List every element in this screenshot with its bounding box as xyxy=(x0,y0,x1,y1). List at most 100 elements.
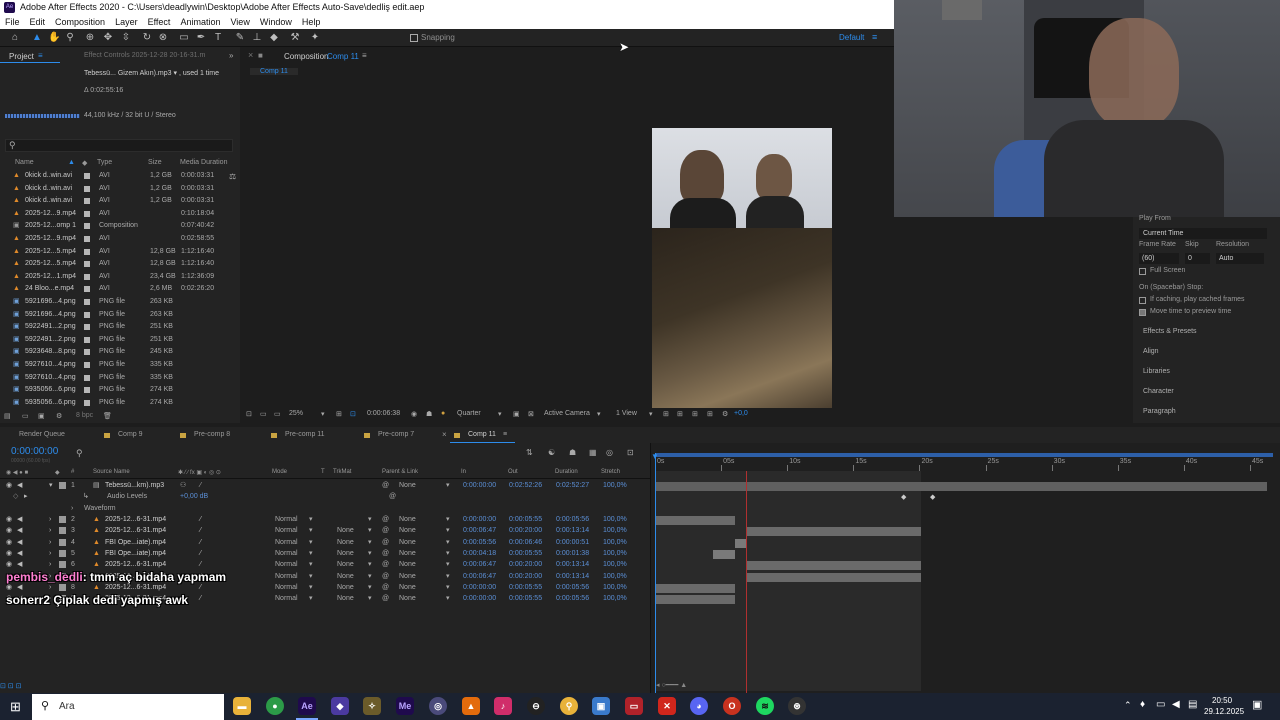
parent-dropdown[interactable]: None xyxy=(399,571,416,582)
toggle-pixel-aspect-icon[interactable]: ⊞ xyxy=(663,410,669,418)
composition-tab-prefix[interactable]: Composition xyxy=(284,52,328,61)
delete-icon[interactable]: 🗑 xyxy=(103,412,112,420)
color-channel-icon[interactable]: ● xyxy=(441,410,445,417)
layer-in[interactable]: 0:00:04:18 xyxy=(463,548,496,559)
waveform-row[interactable]: › Waveform xyxy=(0,503,650,514)
resolution-dropdown[interactable]: Auto xyxy=(1216,253,1264,264)
chevron-down-icon[interactable]: ▾ xyxy=(446,525,450,536)
layer-duration[interactable]: 0:00:00:51 xyxy=(556,537,589,548)
draft-3d-icon[interactable]: ☯ xyxy=(548,448,555,457)
layer-in[interactable]: 0:00:06:47 xyxy=(463,571,496,582)
lock-icon[interactable]: ■ xyxy=(258,51,263,60)
frame-rate-dropdown[interactable]: (60) xyxy=(1139,253,1179,264)
reset-exposure-icon[interactable]: ⚙ xyxy=(722,410,728,418)
label-swatch[interactable] xyxy=(59,583,66,591)
comp-mini-flowchart-icon[interactable]: ⇅ xyxy=(526,448,533,457)
layer-mode[interactable]: Normal xyxy=(275,548,298,559)
keyframe-nav-icon[interactable]: ◇ xyxy=(13,491,18,502)
time-ruler[interactable]: 0s 05s 10s 15s 20s 25s 30s 35s 40s 45s xyxy=(651,455,1280,471)
keyframe-icon[interactable]: ◆ xyxy=(901,493,906,501)
label-swatch[interactable] xyxy=(59,549,66,557)
tab-close-icon[interactable]: × xyxy=(442,427,447,443)
shy-layers-icon[interactable]: ☗ xyxy=(569,448,576,457)
workspace-default[interactable]: Default xyxy=(839,33,864,42)
chevron-down-icon[interactable]: ▾ xyxy=(309,593,313,604)
chevron-down-icon[interactable]: ▾ xyxy=(309,548,313,559)
frame-blending-icon[interactable]: ▦ xyxy=(589,448,597,457)
menu-file[interactable]: File xyxy=(5,15,20,29)
chevron-down-icon[interactable]: ▾ xyxy=(446,480,450,491)
label-swatch[interactable] xyxy=(84,362,90,368)
chevron-down-icon[interactable]: ▾ xyxy=(368,525,372,536)
views-dropdown[interactable]: 1 View xyxy=(616,410,637,417)
quality-switch-icon[interactable]: ⁄ xyxy=(200,537,201,548)
label-swatch[interactable] xyxy=(84,273,90,280)
label-swatch[interactable] xyxy=(84,173,90,179)
parent-pickwhip-icon[interactable]: @ xyxy=(382,514,389,525)
column-media-duration[interactable]: Media Duration xyxy=(180,159,227,166)
exposure-value[interactable]: +0,0 xyxy=(734,410,748,417)
snapping-checkbox[interactable] xyxy=(410,34,418,42)
layer-duration[interactable]: 0:00:13:14 xyxy=(556,559,589,570)
layer-out[interactable]: 0:00:20:00 xyxy=(509,525,542,536)
column-duration[interactable]: Duration xyxy=(555,469,578,475)
menu-help[interactable]: Help xyxy=(302,15,321,29)
pan-tool-icon[interactable]: ✥ xyxy=(102,32,114,44)
tab-pre-comp-7[interactable]: Pre-comp 7 xyxy=(378,427,414,443)
orbit-tool-icon[interactable]: ⊕ xyxy=(84,32,96,44)
column-mode[interactable]: Mode xyxy=(272,469,287,475)
layer-bar-9[interactable] xyxy=(655,595,735,604)
parent-dropdown[interactable]: None xyxy=(399,514,416,525)
label-swatch[interactable] xyxy=(84,223,90,230)
game-icon[interactable]: ✧ xyxy=(363,697,381,715)
pickwhip-icon[interactable]: @ xyxy=(389,491,396,502)
chevron-down-icon[interactable]: ▾ xyxy=(321,410,325,418)
graph-editor-icon[interactable]: ⊡ xyxy=(627,448,634,457)
eraser-tool-icon[interactable]: ◆ xyxy=(268,32,280,44)
taskbar-clock[interactable]: 20:50 xyxy=(1212,696,1232,705)
layer-row[interactable]: ◉ ◀ › 5 ▲ FBI Ope...iate).mp4 ⁄ Normal ▾ None ▾ @ No… xyxy=(0,548,650,559)
menu-animation[interactable]: Animation xyxy=(180,15,220,29)
parent-dropdown[interactable]: None xyxy=(399,525,416,536)
menu-edit[interactable]: Edit xyxy=(30,15,46,29)
layer-number-header[interactable]: # xyxy=(71,469,74,475)
layer-mode[interactable]: Normal xyxy=(275,593,298,604)
chevron-down-icon[interactable]: ▾ xyxy=(446,593,450,604)
label-swatch[interactable] xyxy=(84,236,90,242)
motion-blur-icon[interactable]: ◎ xyxy=(606,448,613,457)
label-swatch[interactable] xyxy=(84,198,90,205)
parent-pickwhip-icon[interactable]: @ xyxy=(382,537,389,548)
chevron-down-icon[interactable]: ▾ xyxy=(309,559,313,570)
label-swatch[interactable] xyxy=(84,387,90,394)
layer-stretch[interactable]: 100,0% xyxy=(603,514,627,525)
chevron-down-icon[interactable]: ▾ xyxy=(446,559,450,570)
opera-icon[interactable]: O xyxy=(723,697,741,715)
type-tool-icon[interactable]: T xyxy=(212,32,224,44)
quality-switch-icon[interactable]: ⁄ xyxy=(200,559,201,570)
layer-bar-3[interactable] xyxy=(747,527,921,536)
layer-row-audio[interactable]: ◉ ◀ ▾ 1 ▤ Tebessü...km).mp3 ⚇ ⁄ @ None ▾… xyxy=(0,480,650,491)
quality-switch-icon[interactable]: ⁄ xyxy=(200,525,201,536)
quality-switch-icon[interactable]: ⁄ xyxy=(200,480,201,491)
layer-bar-5[interactable] xyxy=(713,550,735,559)
current-time-display[interactable]: 0:00:06:38 xyxy=(367,410,400,417)
taskbar-search-box[interactable]: ⚲ Ara xyxy=(32,694,224,720)
project-list-item[interactable]: ▣ 5923648...8.png PNG file 245 KB xyxy=(0,346,240,359)
layer-mode[interactable]: Normal xyxy=(275,559,298,570)
project-menu-icon[interactable]: ≡ xyxy=(38,51,43,60)
menu-layer[interactable]: Layer xyxy=(115,15,138,29)
chevron-down-icon[interactable]: ▾ xyxy=(309,582,313,593)
composition-tab-name[interactable]: Comp 11 xyxy=(327,52,359,61)
layer-out[interactable]: 0:00:05:55 xyxy=(509,582,542,593)
timeline-footer-icons[interactable]: ⊡ ⊡ ⊡ xyxy=(0,682,60,692)
chevron-down-icon[interactable]: ▾ xyxy=(309,571,313,582)
layer-trkmat[interactable]: None xyxy=(337,582,354,593)
project-list-item[interactable]: ▣ 5935056...6.png PNG file 274 KB xyxy=(0,397,240,410)
comp-breadcrumb-tab[interactable]: Comp 11 xyxy=(250,68,298,75)
chevron-down-icon[interactable]: ▾ xyxy=(309,514,313,525)
label-swatch[interactable] xyxy=(84,185,90,192)
layer-source-name[interactable]: FBI Ope...iate).mp4 xyxy=(105,537,166,548)
layer-out[interactable]: 0:00:05:55 xyxy=(509,593,542,604)
audio-speaker-icon[interactable]: ◀ xyxy=(17,514,22,525)
chevron-down-icon[interactable]: ▾ xyxy=(498,410,502,418)
